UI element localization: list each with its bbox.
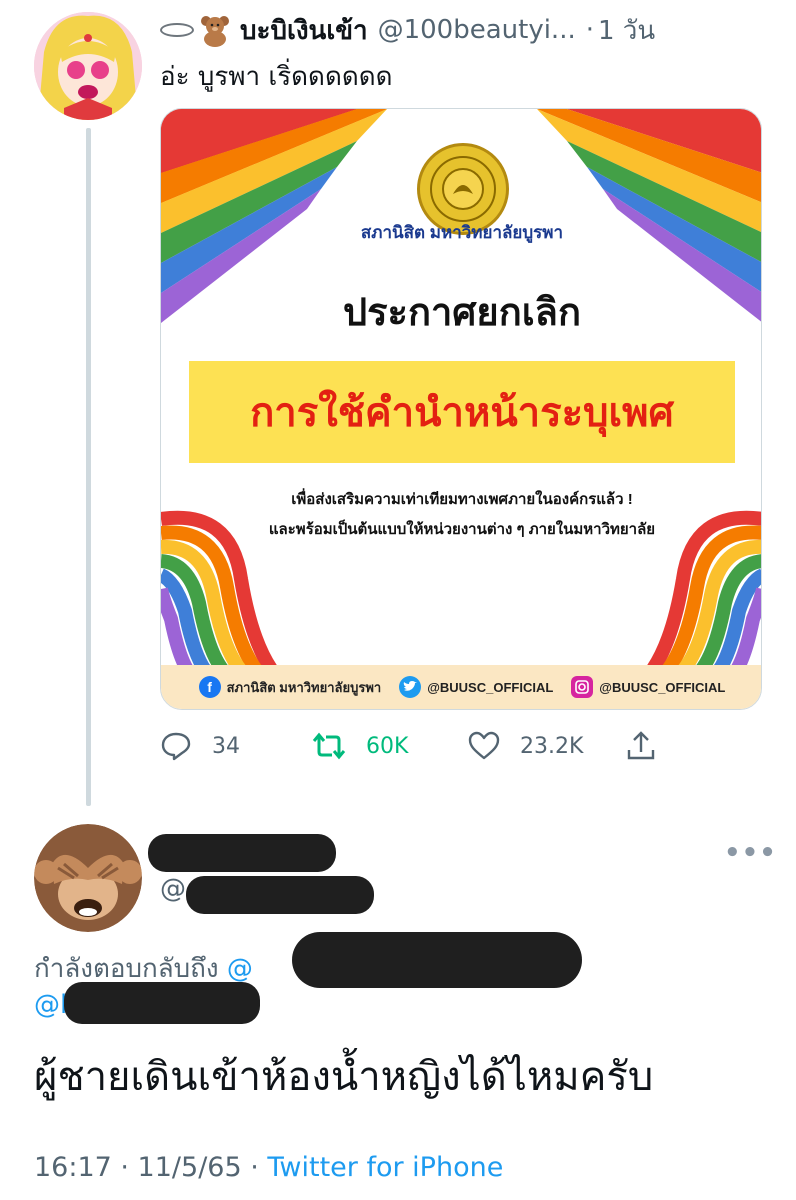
redacted-mention: [292, 932, 582, 988]
footer-instagram-label: @BUUSC_OFFICIAL: [599, 679, 726, 695]
facebook-icon: f: [198, 676, 221, 698]
share-button[interactable]: [626, 730, 656, 762]
retweet-button[interactable]: 60K: [312, 732, 468, 760]
reply-icon: [161, 732, 191, 761]
instagram-icon: [571, 676, 594, 698]
thread-line: [86, 128, 91, 806]
reply-count: 34: [212, 733, 240, 759]
footer-twitter: @BUUSC_OFFICIAL: [399, 676, 553, 698]
name-emoji-group: [160, 13, 232, 47]
tweet-header: บะบิเงินเข้า @100beautyi... · 1 วัน: [160, 10, 760, 50]
redacted-display-name: [148, 834, 336, 872]
avatar[interactable]: [34, 12, 142, 120]
like-button[interactable]: 23.2K: [468, 731, 626, 761]
redacted-handle: [186, 876, 374, 914]
display-name[interactable]: บะบิเงินเข้า: [240, 10, 368, 51]
replying-to-mention[interactable]: @: [227, 954, 253, 984]
footer-twitter-label: @BUUSC_OFFICIAL: [427, 679, 554, 695]
poster-line-1: เพื่อส่งเสริมความเท่าเทียมทางเพศภายในองค…: [291, 491, 633, 508]
tweet-timestamp: 16:17 · 11/5/65 ·: [34, 1152, 268, 1183]
like-icon: [468, 731, 500, 760]
share-icon: [627, 731, 655, 760]
tweet-text: อ่ะ บูรพา เริ่ดดดดดด: [160, 62, 393, 92]
avatar[interactable]: [34, 824, 142, 932]
user-handle[interactable]: @100beautyi...: [378, 15, 576, 45]
teddy-bear-icon: [201, 16, 229, 47]
poster-banner: การใช้คำนำหน้าระบุเพศ: [189, 361, 735, 463]
replying-to-mention-2[interactable]: @l: [34, 990, 67, 1020]
tweet-meta: 16:17 · 11/5/65 · Twitter for iPhone: [34, 1152, 503, 1183]
replying-to-label: กำลังตอบกลับถึง: [34, 954, 219, 984]
redacted-mention-2: [64, 982, 260, 1024]
tweet-time[interactable]: 1 วัน: [598, 10, 655, 51]
like-count: 23.2K: [520, 733, 584, 759]
oval-emoji-icon: [160, 23, 194, 37]
poster-line-2: และพร้อมเป็นต้นแบบให้หน่วยงานต่าง ๆ ภายใ…: [268, 521, 656, 538]
retweet-count: 60K: [366, 733, 409, 759]
tweet-text: ผู้ชายเดินเข้าห้องน้ำหญิงได้ไหมครับ: [34, 1054, 654, 1100]
footer-instagram: @BUUSC_OFFICIAL: [571, 676, 725, 698]
tweet-media-image[interactable]: สภานิสิต มหาวิทยาลัยบูรพา ประกาศยกเลิก ก…: [160, 108, 762, 710]
user-handle[interactable]: @: [160, 874, 186, 904]
sailor-moon-avatar-image: [34, 12, 142, 120]
poster-title: ประกาศยกเลิก: [343, 292, 581, 334]
footer-facebook: f สภานิสิต มหาวิทยาลัยบูรพา: [198, 676, 382, 698]
more-icon[interactable]: •••: [724, 838, 777, 868]
poster-footer: f สภานิสิต มหาวิทยาลัยบูรพา @BUUSC_OFFIC…: [161, 665, 761, 709]
poster-banner-text: การใช้คำนำหน้าระบุเพศ: [250, 391, 674, 435]
organization-name: สภานิสิต มหาวิทยาลัยบูรพา: [360, 223, 564, 242]
twitter-bird-icon: [399, 676, 422, 698]
separator-dot: ·: [585, 15, 594, 45]
tweet-source-link[interactable]: Twitter for iPhone: [267, 1152, 503, 1183]
seal-emblem-icon: [430, 156, 496, 222]
footer-facebook-label: สภานิสิต มหาวิทยาลัยบูรพา: [226, 679, 382, 695]
see-no-evil-monkey-icon: [34, 824, 142, 932]
reply-button[interactable]: 34: [160, 731, 312, 761]
retweet-icon: [312, 732, 346, 760]
tweet-action-bar: 34 60K 23.2K: [160, 726, 720, 766]
